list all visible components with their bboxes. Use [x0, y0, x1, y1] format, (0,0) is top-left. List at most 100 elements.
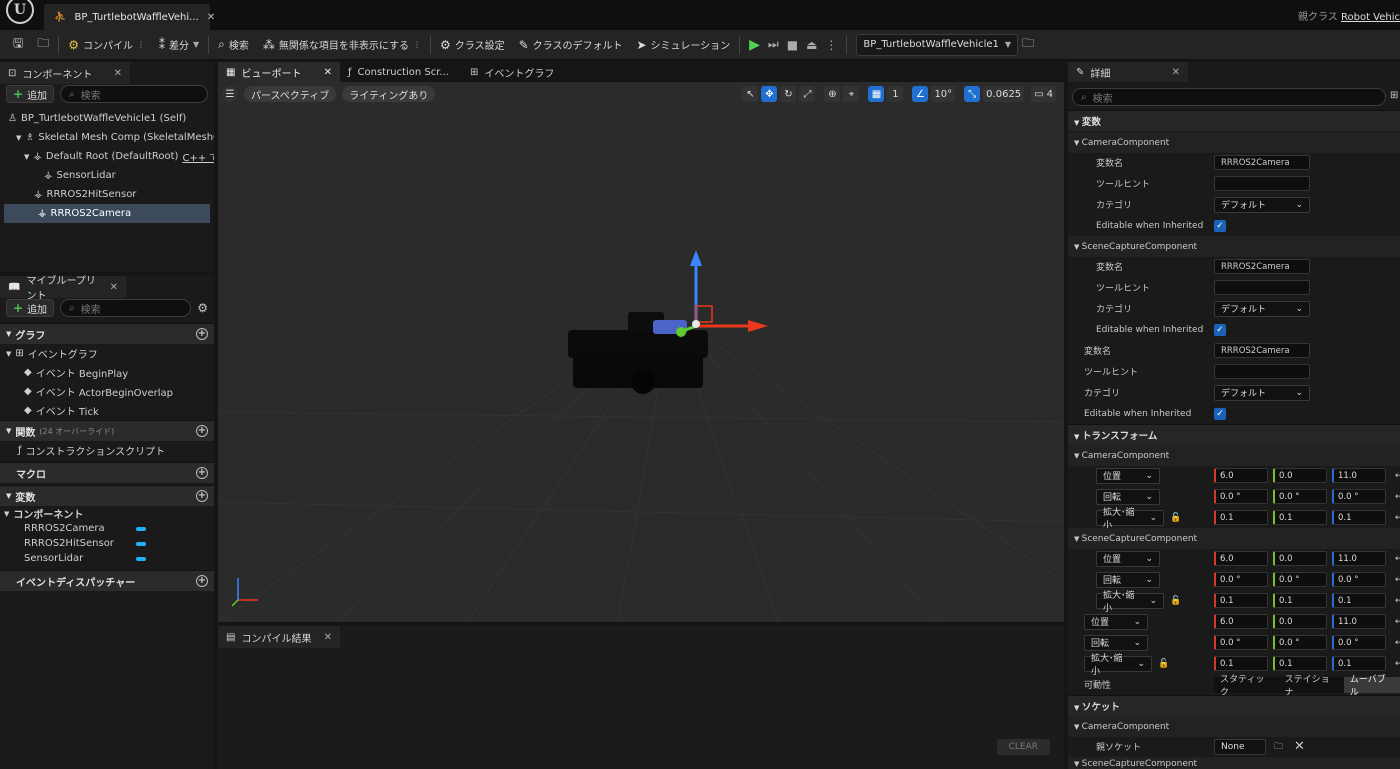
- scale-z-input[interactable]: 0.1: [1332, 510, 1386, 525]
- compile-results-tab[interactable]: ▤ コンパイル結果 ✕: [218, 626, 340, 648]
- functions-section-header[interactable]: ▼ 関数 (24 オーバーライド) +: [0, 420, 214, 441]
- location-z-input[interactable]: 11.0: [1332, 468, 1386, 483]
- location-z-input[interactable]: 11.0: [1332, 614, 1386, 629]
- tree-item-default-root[interactable]: ▼ ⚶Default Root (DefaultRoot)C++ で編: [0, 147, 214, 166]
- expand-arrow-icon[interactable]: ▼: [16, 134, 21, 142]
- mobility-movable[interactable]: ムーバブル: [1343, 675, 1400, 698]
- add-circle-icon[interactable]: +: [196, 328, 208, 340]
- add-circle-icon[interactable]: +: [196, 467, 208, 479]
- expand-arrow-icon[interactable]: ▼: [24, 153, 29, 161]
- variables-section-header[interactable]: ▼ 変数 +: [0, 485, 214, 506]
- simulation-button[interactable]: ➤ シミュレーション: [629, 33, 737, 57]
- add-component-button[interactable]: + 追加: [6, 85, 55, 103]
- scene-capture-subcategory[interactable]: ▼ SceneCaptureComponent: [1068, 757, 1400, 769]
- transform-category[interactable]: ▼ トランスフォーム: [1068, 424, 1400, 445]
- details-search-input[interactable]: ⌕ 検索: [1072, 88, 1386, 106]
- parent-class-link[interactable]: Robot Vehic: [1341, 12, 1400, 23]
- translate-mode-icon[interactable]: ✥: [761, 86, 778, 102]
- perspective-button[interactable]: パースペクティブ: [244, 86, 337, 102]
- lock-icon[interactable]: 🔓: [1170, 596, 1181, 606]
- viewport[interactable]: ☰ パースペクティブ ライティングあり ↖ ✥ ↻ ⤢ ⊕ ⌖ ▦ 1 ∠ 10…: [218, 82, 1064, 622]
- tooltip-input[interactable]: [1214, 280, 1310, 295]
- class-defaults-button[interactable]: ✎ クラスのデフォルト: [512, 33, 630, 57]
- scene-capture-subcategory[interactable]: ▼ SceneCaptureComponent: [1068, 528, 1400, 549]
- lighting-button[interactable]: ライティングあり: [342, 86, 436, 102]
- rotate-mode-icon[interactable]: ↻: [780, 86, 797, 102]
- rotation-mode-select[interactable]: 回転 ⌄: [1084, 634, 1148, 651]
- location-y-input[interactable]: 0.0: [1273, 551, 1327, 566]
- location-x-input[interactable]: 6.0: [1214, 551, 1268, 566]
- unreal-logo-icon[interactable]: U: [6, 0, 34, 24]
- category-select[interactable]: デフォルト ⌄: [1214, 384, 1310, 401]
- rotation-mode-select[interactable]: 回転 ⌄: [1096, 571, 1160, 588]
- parent-socket-select[interactable]: None: [1214, 738, 1266, 755]
- location-mode-select[interactable]: 位置 ⌄: [1096, 467, 1160, 484]
- hamburger-menu-icon[interactable]: ☰: [222, 86, 238, 102]
- location-x-input[interactable]: 6.0: [1214, 468, 1268, 483]
- close-icon[interactable]: ✕: [114, 68, 122, 79]
- add-circle-icon[interactable]: +: [196, 425, 208, 437]
- var-name-input[interactable]: RRROS2Camera: [1214, 343, 1310, 358]
- scale-y-input[interactable]: 0.1: [1273, 510, 1327, 525]
- reset-arrow-icon[interactable]: ←: [1395, 554, 1400, 564]
- eject-icon[interactable]: ⏏: [806, 38, 817, 52]
- rotation-y-input[interactable]: 0.0 °: [1273, 572, 1327, 587]
- camera-subcategory[interactable]: ▼ CameraComponent: [1068, 716, 1400, 737]
- add-circle-icon[interactable]: +: [196, 575, 208, 587]
- select-mode-icon[interactable]: ↖: [742, 86, 759, 102]
- tree-item-hit-sensor[interactable]: ⚶ RRROS2HitSensor: [0, 185, 214, 204]
- tab-viewport[interactable]: ▦ ビューポート ✕: [218, 62, 340, 82]
- world-local-icon[interactable]: ⊕: [824, 86, 841, 102]
- more-options-icon[interactable]: ⋮: [825, 38, 837, 52]
- document-tab[interactable]: ⛹ BP_TurtlebotWaffleVehi... ✕: [44, 4, 215, 30]
- tooltip-input[interactable]: [1214, 176, 1310, 191]
- tree-item-self[interactable]: ♙ BP_TurtlebotWaffleVehicle1 (Self): [0, 109, 214, 128]
- rotation-y-input[interactable]: 0.0 °: [1273, 635, 1327, 650]
- browse-icon[interactable]: 🗀: [1274, 739, 1283, 755]
- scale-mode-select[interactable]: 拡大･縮小 ⌄: [1096, 591, 1164, 614]
- search-button[interactable]: ⌕ 検索: [211, 33, 256, 57]
- save-button[interactable]: 🖫: [6, 33, 30, 57]
- close-icon[interactable]: ✕: [207, 12, 215, 23]
- scale-mode-select[interactable]: 拡大･縮小 ⌄: [1096, 508, 1164, 531]
- member-search-input[interactable]: ⌕ 検索: [60, 299, 192, 317]
- lock-icon[interactable]: 🔓: [1170, 513, 1181, 523]
- location-y-input[interactable]: 0.0: [1273, 468, 1327, 483]
- tree-item-skeletal-mesh[interactable]: ▼ ♗ Skeletal Mesh Comp (SkeletalMeshCo: [0, 128, 214, 147]
- tree-item-camera[interactable]: ⚶ RRROS2Camera: [4, 204, 210, 223]
- var-name-input[interactable]: RRROS2Camera: [1214, 259, 1310, 274]
- scene-capture-subcategory[interactable]: ▼ SceneCaptureComponent: [1068, 236, 1400, 257]
- graphs-section-header[interactable]: ▼ グラフ +: [0, 323, 214, 344]
- close-icon[interactable]: ✕: [1172, 67, 1180, 78]
- mobility-static[interactable]: スタティック: [1214, 675, 1279, 698]
- variable-item[interactable]: RRROS2Camera: [0, 521, 214, 536]
- event-graph-item[interactable]: ▼ ⊞ イベントグラフ: [0, 344, 214, 363]
- clear-x-icon[interactable]: ✕: [1294, 739, 1305, 754]
- rotation-mode-select[interactable]: 回転 ⌄: [1096, 488, 1160, 505]
- location-mode-select[interactable]: 位置 ⌄: [1096, 550, 1160, 567]
- diff-button[interactable]: ⁑ 差分 ▼: [152, 33, 206, 57]
- rotation-snap-value[interactable]: 10°: [931, 86, 956, 102]
- scale-snap-value[interactable]: 0.0625: [983, 86, 1025, 102]
- close-icon[interactable]: ✕: [324, 632, 332, 643]
- rotation-x-input[interactable]: 0.0 °: [1214, 572, 1268, 587]
- clear-button[interactable]: CLEAR: [996, 739, 1050, 755]
- editable-checkbox[interactable]: ✓: [1214, 323, 1226, 336]
- variable-item[interactable]: SensorLidar: [0, 551, 214, 566]
- scale-mode-icon[interactable]: ⤢: [799, 86, 816, 102]
- camera-speed-button[interactable]: ▭ 4: [1031, 86, 1056, 102]
- hide-unrelated-button[interactable]: ⁂ 無関係な項目を非表示にする ⋮: [256, 33, 428, 57]
- reset-arrow-icon[interactable]: ←: [1395, 596, 1400, 606]
- dispatchers-section-header[interactable]: イベントディスパッチャー +: [0, 570, 214, 591]
- rotation-z-input[interactable]: 0.0 °: [1332, 489, 1386, 504]
- more-options-icon[interactable]: ⋮: [137, 40, 145, 49]
- components-category[interactable]: ▼ コンポーネント: [0, 506, 214, 522]
- tree-item-sensor-lidar[interactable]: ⚶ SensorLidar: [0, 166, 214, 185]
- location-x-input[interactable]: 6.0: [1214, 614, 1268, 629]
- scale-y-input[interactable]: 0.1: [1273, 593, 1327, 608]
- grid-snap-icon[interactable]: ▦: [868, 86, 885, 102]
- construction-script-item[interactable]: ƒ コンストラクションスクリプト: [0, 441, 214, 460]
- var-name-input[interactable]: RRROS2Camera: [1214, 155, 1310, 170]
- surface-snap-icon[interactable]: ⌖: [843, 86, 860, 102]
- rotation-z-input[interactable]: 0.0 °: [1332, 635, 1386, 650]
